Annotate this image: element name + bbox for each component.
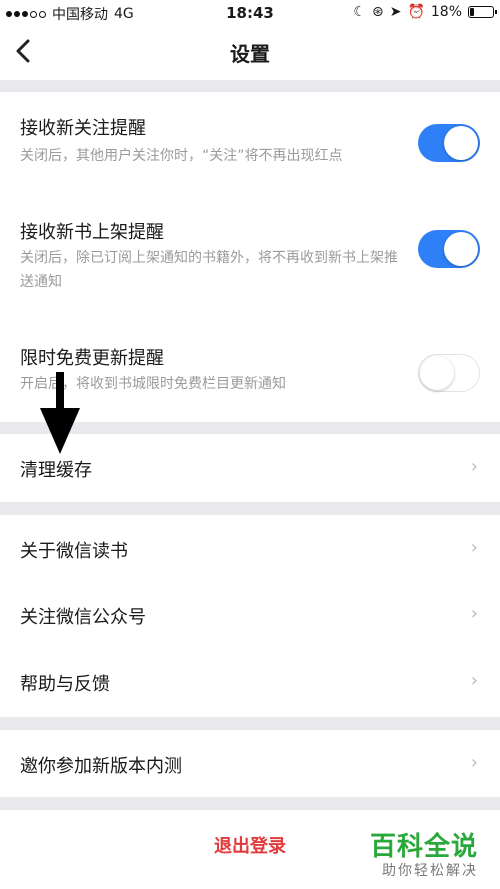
watermark-logo: 百科全说 助你轻松解决 xyxy=(370,826,494,884)
annotation-arrow-icon xyxy=(40,372,80,454)
page-title: 设置 xyxy=(230,42,270,66)
chevron-right-icon: › xyxy=(470,537,478,558)
watermark-sub: 助你轻松解决 xyxy=(382,863,478,879)
clear-cache-label: 清理缓存 xyxy=(20,460,92,481)
setting-title: 接收新书上架提醒 xyxy=(20,222,164,243)
location-icon: ➤ xyxy=(389,4,402,20)
list-item-help[interactable]: 帮助与反馈 › xyxy=(0,650,500,717)
about-section: 关于微信读书 › 关注微信公众号 › 帮助与反馈 › xyxy=(0,515,500,717)
chevron-right-icon: › xyxy=(470,603,478,624)
setting-desc: 关闭后，其他用户关注你时，“关注”将不再出现红点 xyxy=(20,148,343,164)
beta-label: 邀你参加新版本内测 xyxy=(20,756,182,777)
chevron-right-icon: › xyxy=(470,752,478,773)
setting-title: 接收新关注提醒 xyxy=(20,118,146,139)
rotation-lock-icon: ⊛ xyxy=(371,4,384,20)
setting-row-follow: 接收新关注提醒 关闭后，其他用户关注你时，“关注”将不再出现红点 xyxy=(0,92,500,200)
toggle-new-book[interactable] xyxy=(418,230,480,268)
alarm-icon: ⏰ xyxy=(407,4,425,20)
list-item-about[interactable]: 关于微信读书 › xyxy=(0,515,500,583)
setting-title: 限时免费更新提醒 xyxy=(20,348,164,369)
toggle-follow[interactable] xyxy=(418,124,480,162)
moon-icon: ☾ xyxy=(353,4,366,20)
chevron-right-icon: › xyxy=(470,670,478,691)
status-right: ☾ ⊛ ➤ ⏰ 18% xyxy=(353,4,497,20)
nav-bar: 设置 xyxy=(0,26,500,80)
beta-row[interactable]: 邀你参加新版本内测 › xyxy=(0,730,500,797)
battery-icon xyxy=(468,6,497,18)
list-item-label: 帮助与反馈 xyxy=(20,674,110,695)
list-item-label: 关注微信公众号 xyxy=(20,607,146,628)
chevron-right-icon: › xyxy=(470,456,478,477)
list-item-label: 关于微信读书 xyxy=(20,541,128,562)
setting-row-new-book: 接收新书上架提醒 关闭后，除已订阅上架通知的书籍外，将不再收到新书上架推送通知 xyxy=(0,200,500,320)
setting-desc: 关闭后，除已订阅上架通知的书籍外，将不再收到新书上架推送通知 xyxy=(20,250,398,290)
watermark-main: 百科全说 xyxy=(370,832,479,862)
list-item-follow-official[interactable]: 关注微信公众号 › xyxy=(0,583,500,650)
toggle-free[interactable] xyxy=(418,354,480,392)
battery-percent: 18% xyxy=(430,4,462,20)
status-bar: 中国移动 4G 18:43 ☾ ⊛ ➤ ⏰ 18% xyxy=(0,0,500,26)
